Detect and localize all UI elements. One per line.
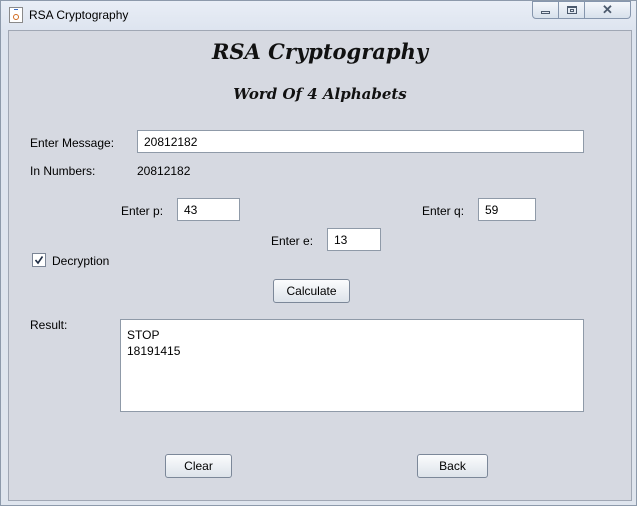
app-window: RSA Cryptography ✕ RSA Cryptography Word… <box>0 0 637 506</box>
page-subtitle: Word Of 4 Alphabets <box>233 85 407 103</box>
e-input[interactable] <box>327 228 381 251</box>
p-label: Enter p: <box>121 204 164 218</box>
close-icon: ✕ <box>602 2 613 17</box>
numbers-label: In Numbers: <box>30 164 96 178</box>
checkmark-icon <box>34 256 44 265</box>
decryption-checkbox[interactable] <box>32 253 46 267</box>
result-textarea[interactable]: STOP 18191415 <box>120 319 584 412</box>
title-bar[interactable]: RSA Cryptography ✕ <box>1 1 636 29</box>
back-button[interactable]: Back <box>417 454 488 478</box>
page-title: RSA Cryptography <box>211 39 429 64</box>
maximize-button[interactable] <box>559 1 585 19</box>
q-input[interactable] <box>478 198 536 221</box>
maximize-icon <box>566 6 577 14</box>
calculate-button[interactable]: Calculate <box>273 279 350 303</box>
numbers-value: 20812182 <box>137 164 191 178</box>
close-button[interactable]: ✕ <box>585 1 631 19</box>
content-panel: RSA Cryptography Word Of 4 Alphabets Ent… <box>8 30 632 501</box>
clear-button[interactable]: Clear <box>165 454 232 478</box>
message-input[interactable] <box>137 130 584 153</box>
window-title: RSA Cryptography <box>29 8 129 22</box>
e-label: Enter e: <box>271 234 314 248</box>
minimize-button[interactable] <box>532 1 559 19</box>
result-line: STOP <box>127 328 160 342</box>
message-label: Enter Message: <box>30 136 115 150</box>
p-input[interactable] <box>177 198 240 221</box>
q-label: Enter q: <box>422 204 465 218</box>
result-label: Result: <box>30 318 68 332</box>
java-cup-icon <box>9 7 23 23</box>
window-controls: ✕ <box>532 1 631 20</box>
minimize-icon <box>541 11 550 14</box>
result-line: 18191415 <box>127 344 181 358</box>
decryption-label[interactable]: Decryption <box>52 254 109 268</box>
